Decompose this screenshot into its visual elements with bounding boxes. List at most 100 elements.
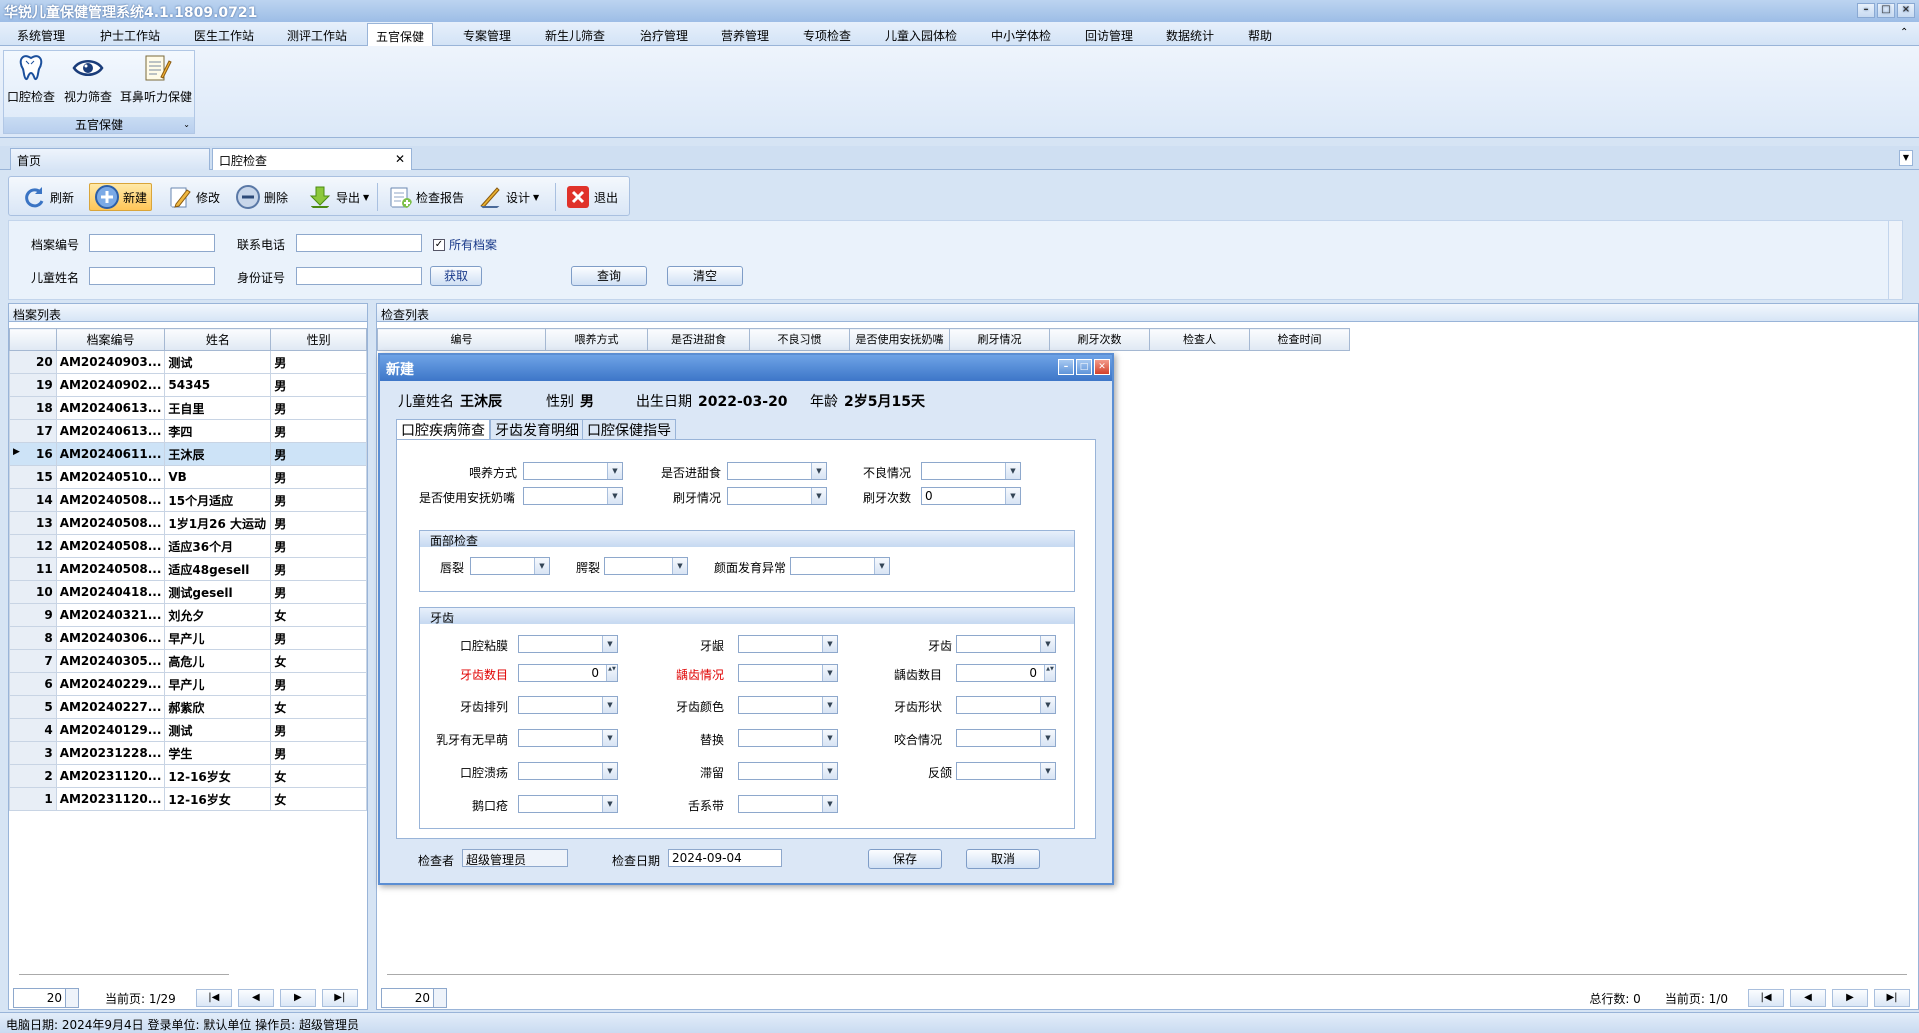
col-sex[interactable]: 性别 [270,328,367,351]
exam-col-5[interactable]: 刷牙情况 [949,328,1050,351]
menu-case[interactable]: 专案管理 [463,27,511,44]
query-button[interactable]: 查询 [571,266,647,286]
ulcer-select[interactable] [518,762,618,780]
table-row[interactable]: 13 AM20240508... 1岁1月26 大运动男 [9,511,367,535]
menu-special[interactable]: 专项检查 [803,27,851,44]
exam-col-2[interactable]: 是否进甜食 [647,328,750,351]
all-archives-checkbox[interactable]: ✓ 所有档案 [433,236,497,253]
examiner-field[interactable]: 超级管理员 [462,849,568,867]
tab-close-icon[interactable]: ✕ [395,152,405,166]
face-dev-select[interactable] [790,557,890,575]
table-row[interactable]: 9 AM20240321... 刘允夕女 [9,603,367,627]
tooth-select[interactable] [956,635,1056,653]
table-row[interactable]: 4 AM20240129... 测试男 [9,718,367,742]
maximize-icon[interactable]: □ [1076,359,1092,375]
tab-list-dropdown-icon[interactable]: ▼ [1899,150,1913,166]
exam-col-1[interactable]: 喂养方式 [545,328,648,351]
h-scrollbar[interactable] [387,974,1907,975]
clear-button[interactable]: 清空 [667,266,743,286]
gum-select[interactable] [738,635,838,653]
col-archive-no[interactable]: 档案编号 [55,328,166,351]
shape-select[interactable] [956,696,1056,714]
prev-page-icon[interactable]: ◀ [1790,989,1826,1007]
search-scrollbar[interactable] [1888,221,1902,299]
exam-page-size-stepper[interactable]: 20 [381,988,447,1008]
table-row[interactable]: 6 AM20240229... 早产儿男 [9,672,367,696]
phone-input[interactable] [296,234,422,252]
exam-col-7[interactable]: 检查人 [1149,328,1250,351]
col-name[interactable]: 姓名 [164,328,272,351]
crossbite-select[interactable] [956,762,1056,780]
menu-help[interactable]: 帮助 [1248,27,1272,44]
arrange-select[interactable] [518,696,618,714]
first-page-icon[interactable]: |◀ [195,989,232,1007]
menu-treatment[interactable]: 治疗管理 [640,27,688,44]
menu-nurse[interactable]: 护士工作站 [100,27,160,44]
minimize-icon[interactable]: – [1857,3,1875,18]
table-row[interactable]: 14 AM20240508... 15个月适应男 [9,488,367,512]
exam-col-4[interactable]: 是否使用安抚奶嘴 [849,328,950,351]
table-row[interactable]: 8 AM20240306... 早产儿男 [9,626,367,650]
h-scrollbar[interactable] [19,974,229,975]
restore-icon[interactable]: □ [1877,3,1895,18]
milk-missing-select[interactable] [518,729,618,747]
table-row[interactable]: 12 AM20240508... 适应36个月男 [9,534,367,558]
minimize-icon[interactable]: – [1058,359,1074,375]
tab-home[interactable]: 首页 [10,148,210,170]
last-page-icon[interactable]: ▶| [321,989,358,1007]
export-button[interactable]: 导出 ▼ [303,183,373,211]
next-page-icon[interactable]: ▶ [279,989,316,1007]
id-no-input[interactable] [296,267,422,285]
fetch-button[interactable]: 获取 [430,266,482,286]
archive-page-size-stepper[interactable]: 20 [13,988,79,1008]
table-row[interactable]: 15 AM20240510... VB 男 [9,465,367,489]
exam-date-field[interactable]: 2024-09-04 [668,849,782,867]
archive-no-input[interactable] [89,234,215,252]
ribbon-oral-exam-button[interactable]: 口腔检查 [6,53,56,105]
report-button[interactable]: 检查报告 [383,183,468,211]
save-button[interactable]: 保存 [868,849,942,869]
delete-button[interactable]: 删除 [231,183,292,211]
menu-stats[interactable]: 数据统计 [1166,27,1214,44]
bite-select[interactable] [956,729,1056,747]
table-row[interactable]: 11 AM20240508... 适应48gesell 男 [9,557,367,581]
retain-select[interactable] [738,762,838,780]
caries-count-stepper[interactable]: 0 [956,664,1056,682]
bad-habit-select[interactable] [921,462,1021,480]
exam-col-3[interactable]: 不良习惯 [749,328,850,351]
menu-newborn[interactable]: 新生儿筛查 [545,27,605,44]
new-button[interactable]: 新建 [89,183,153,211]
ribbon-ent-button[interactable]: 耳鼻听力保健 [118,53,194,105]
mucosa-select[interactable] [518,635,618,653]
ribbon-group-expand-icon[interactable]: ⌄ [183,117,190,133]
table-row[interactable]: ▶ 16 AM20240611... 王沐辰男 [9,442,367,466]
tab-oral-screening[interactable]: 口腔疾病筛查 [396,419,490,439]
table-row[interactable]: 18 AM20240613... 王自里男 [9,396,367,420]
menu-system[interactable]: 系统管理 [17,27,65,44]
refresh-button[interactable]: 刷新 [17,183,78,211]
table-row[interactable]: 5 AM20240227... 郝紫欣女 [9,695,367,719]
next-page-icon[interactable]: ▶ [1832,989,1868,1007]
color-select[interactable] [738,696,838,714]
sweets-select[interactable] [727,462,827,480]
menu-doctor[interactable]: 医生工作站 [194,27,254,44]
menu-followup[interactable]: 回访管理 [1085,27,1133,44]
brush-count-select[interactable]: 0 [921,487,1021,505]
table-row[interactable]: 19 AM20240902... 54345 男 [9,373,367,397]
ribbon-vision-button[interactable]: 视力筛查 [62,53,114,105]
brushing-select[interactable] [727,487,827,505]
palate-select[interactable] [604,557,688,575]
caries-select[interactable] [738,664,838,682]
last-page-icon[interactable]: ▶| [1874,989,1910,1007]
exit-button[interactable]: 退出 [561,183,622,211]
lip-select[interactable] [470,557,550,575]
exam-col-6[interactable]: 刷牙次数 [1049,328,1150,351]
tab-oral-exam[interactable]: 口腔检查 ✕ [212,148,412,170]
thrush-select[interactable] [518,795,618,813]
edit-button[interactable]: 修改 [163,183,224,211]
design-button[interactable]: 设计 ▼ [473,183,543,211]
close-icon[interactable]: ✕ [1094,359,1110,375]
cancel-button[interactable]: 取消 [966,849,1040,869]
tooth-count-stepper[interactable]: 0 [518,664,618,682]
close-icon[interactable]: × [1897,3,1915,18]
